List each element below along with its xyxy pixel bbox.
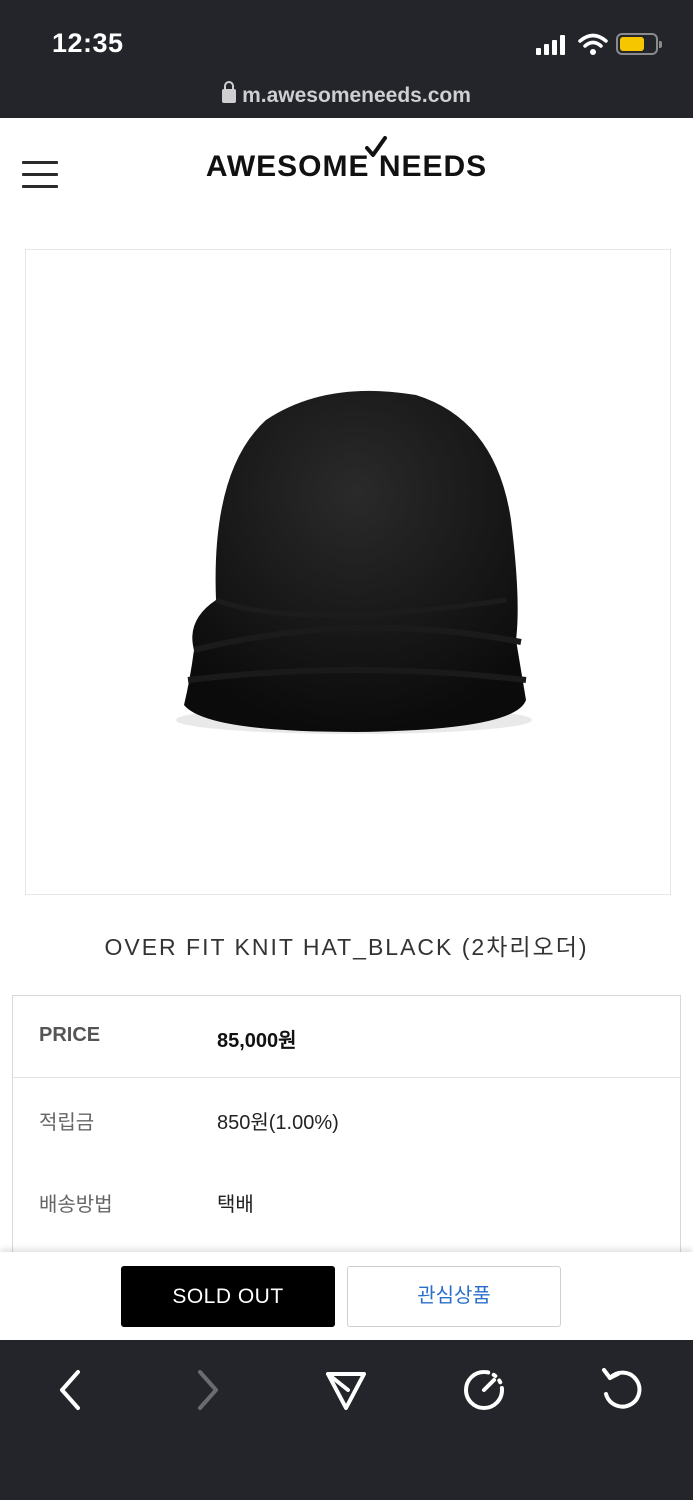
wishlist-button[interactable]: 관심상품 bbox=[347, 1266, 561, 1327]
battery-icon bbox=[616, 33, 662, 55]
lock-icon bbox=[222, 81, 237, 103]
info-row-price: PRICE 85,000원 bbox=[13, 996, 680, 1078]
reload-icon[interactable] bbox=[592, 1360, 652, 1420]
product-image[interactable] bbox=[25, 249, 671, 895]
url-text: m.awesomeneeds.com bbox=[242, 84, 471, 107]
shipping-value: 택배 bbox=[217, 1194, 254, 1216]
shipping-label: 배송방법 bbox=[39, 1194, 113, 1216]
status-bar: 12:35 m.awesomeneeds.com bbox=[0, 0, 693, 118]
wifi-icon bbox=[578, 33, 608, 55]
status-time: 12:35 bbox=[52, 28, 124, 58]
product-name: OVER FIT KNIT HAT_BLACK (2차리오더) bbox=[104, 934, 589, 960]
action-bar: SOLD OUT 관심상품 bbox=[0, 1252, 693, 1340]
sold-out-button[interactable]: SOLD OUT bbox=[121, 1266, 335, 1327]
site-logo[interactable]: AWESOME NEEDS bbox=[0, 150, 693, 184]
points-label: 적립금 bbox=[39, 1112, 95, 1134]
price-label: PRICE bbox=[39, 1024, 101, 1046]
cellular-signal-icon bbox=[536, 33, 568, 55]
back-icon[interactable] bbox=[40, 1360, 100, 1420]
info-row-points: 적립금 850원(1.00%) bbox=[13, 1078, 680, 1160]
share-icon[interactable] bbox=[316, 1360, 376, 1420]
knit-hat-image bbox=[176, 390, 532, 734]
price-value: 85,000원 bbox=[217, 1030, 297, 1052]
address-bar[interactable]: m.awesomeneeds.com bbox=[0, 81, 693, 114]
speed-icon[interactable] bbox=[454, 1360, 514, 1420]
points-value: 850원(1.00%) bbox=[217, 1112, 339, 1134]
browser-toolbar bbox=[0, 1340, 693, 1500]
forward-icon[interactable] bbox=[178, 1360, 238, 1420]
info-row-shipping: 배송방법 택배 bbox=[13, 1160, 680, 1242]
product-info-table: PRICE 85,000원 적립금 850원(1.00%) 배송방법 택배 bbox=[12, 995, 681, 1265]
logo-check-icon bbox=[365, 136, 387, 157]
